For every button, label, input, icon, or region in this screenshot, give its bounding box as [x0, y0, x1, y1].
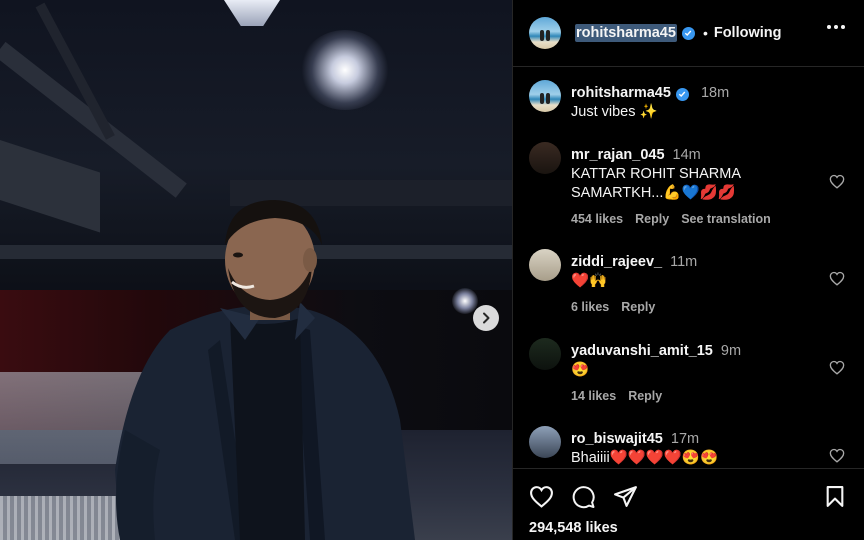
- comment-text: KATTAR ROHIT SHARMA SAMARTKH...💪💙💋💋: [571, 166, 741, 201]
- commenter-avatar[interactable]: [529, 142, 561, 174]
- studio-light: [300, 30, 390, 110]
- author-avatar[interactable]: [529, 80, 561, 112]
- heart-icon[interactable]: [829, 174, 845, 189]
- see-translation-button[interactable]: See translation: [681, 212, 771, 226]
- commenter-avatar[interactable]: [529, 426, 561, 458]
- verified-badge-icon: [675, 87, 689, 101]
- comment-text: ❤️🙌: [571, 273, 608, 289]
- reply-button[interactable]: Reply: [621, 300, 655, 314]
- reply-button[interactable]: Reply: [628, 389, 662, 403]
- comment-text: 😍: [571, 362, 590, 378]
- next-photo-button[interactable]: [473, 305, 499, 331]
- comment-username[interactable]: yaduvanshi_amit_15: [571, 343, 713, 359]
- commenter-avatar[interactable]: [529, 338, 561, 370]
- post-actions: 294,548 likes: [513, 468, 864, 540]
- verified-badge-icon: [681, 26, 695, 40]
- caption-item: rohitsharma45 18m Just vibes ✨: [529, 80, 859, 140]
- caption-time[interactable]: 18m: [701, 85, 729, 101]
- comment-username[interactable]: ro_biswajit45: [571, 431, 663, 447]
- commenter-avatar[interactable]: [529, 249, 561, 281]
- comment-likes[interactable]: 14 likes: [571, 389, 616, 403]
- comment-time[interactable]: 11m: [670, 254, 697, 270]
- paper-plane-icon[interactable]: [613, 485, 638, 508]
- author-avatar[interactable]: [529, 17, 561, 49]
- comment-username[interactable]: ziddi_rajeev_: [571, 254, 662, 270]
- comment-time[interactable]: 14m: [673, 147, 701, 163]
- comment-username[interactable]: mr_rajan_045: [571, 147, 665, 163]
- post-header: rohitsharma45 • Following: [513, 0, 864, 67]
- comment-item: ziddi_rajeev_ 11m ❤️🙌 6 likes Reply: [529, 249, 859, 319]
- heart-icon[interactable]: [829, 271, 845, 286]
- comment-item: mr_rajan_045 14m KATTAR ROHIT SHARMA SAM…: [529, 142, 859, 232]
- comment-likes[interactable]: 454 likes: [571, 212, 623, 226]
- heart-icon[interactable]: [529, 485, 554, 508]
- comment-likes[interactable]: 6 likes: [571, 300, 609, 314]
- chevron-right-icon: [483, 312, 490, 324]
- comment-time[interactable]: 17m: [671, 431, 699, 447]
- separator-dot: •: [702, 25, 708, 41]
- bookmark-icon[interactable]: [825, 485, 845, 508]
- reply-button[interactable]: Reply: [635, 212, 669, 226]
- comment-item: ro_biswajit45 17m Bhaiiii❤️❤️❤️❤️😍😍: [529, 426, 859, 468]
- following-button[interactable]: Following: [714, 25, 782, 41]
- likes-count[interactable]: 294,548 likes: [529, 520, 618, 536]
- post-photo[interactable]: [0, 0, 512, 540]
- caption-text: Just vibes ✨: [571, 104, 658, 120]
- comment-time[interactable]: 9m: [721, 343, 741, 359]
- heart-icon[interactable]: [829, 360, 845, 375]
- comment-text: Bhaiiii❤️❤️❤️❤️😍😍: [571, 450, 719, 466]
- comment-item: yaduvanshi_amit_15 9m 😍 14 likes Reply: [529, 338, 859, 408]
- comment-bubble-icon[interactable]: [571, 485, 596, 509]
- post-sidebar: rohitsharma45 • Following rohitsharma45 …: [512, 0, 864, 540]
- more-options-icon[interactable]: [827, 25, 845, 29]
- author-username-link[interactable]: rohitsharma45: [575, 24, 677, 42]
- person-figure: [115, 200, 415, 540]
- comments-list[interactable]: rohitsharma45 18m Just vibes ✨ mr_rajan_…: [513, 68, 864, 468]
- caption-username[interactable]: rohitsharma45: [571, 85, 671, 101]
- heart-icon[interactable]: [829, 448, 845, 463]
